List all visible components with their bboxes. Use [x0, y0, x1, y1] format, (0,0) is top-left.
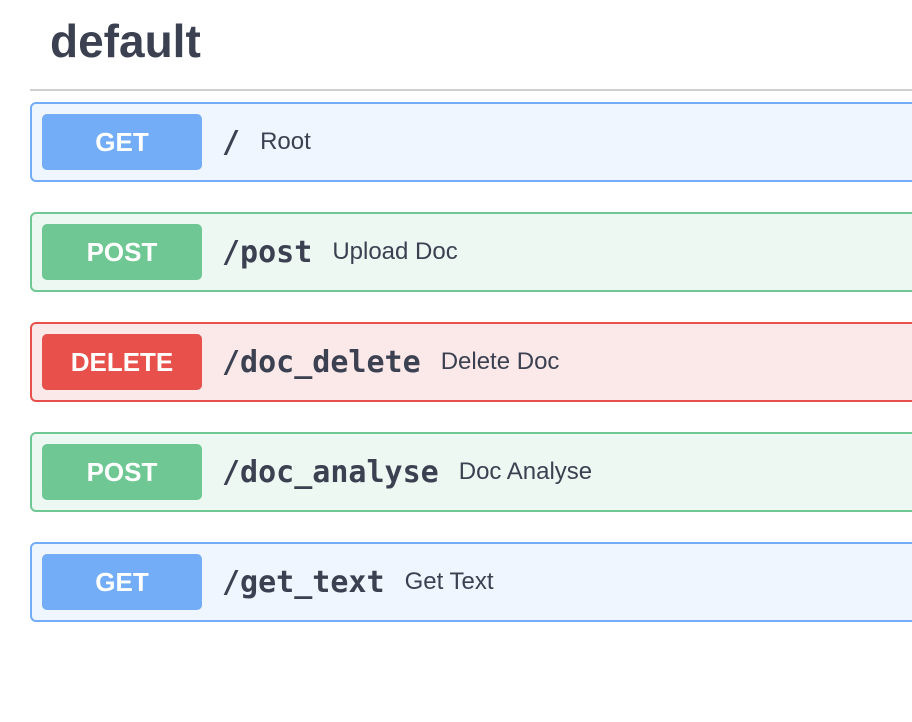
method-badge: DELETE: [42, 334, 202, 390]
method-badge: GET: [42, 554, 202, 610]
operation-summary: Upload Doc: [332, 238, 458, 265]
operation-path: /doc_delete: [222, 344, 421, 380]
operation-get-root[interactable]: GET / Root: [30, 102, 912, 182]
operation-summary: Delete Doc: [440, 348, 560, 375]
section-title[interactable]: default: [50, 14, 201, 68]
operation-path: /get_text: [222, 564, 385, 600]
operation-path: /post: [222, 234, 313, 270]
operation-post-doc-analyse[interactable]: POST /doc_analyse Doc Analyse: [30, 432, 912, 512]
method-badge: POST: [42, 444, 202, 500]
method-badge: GET: [42, 114, 202, 170]
method-badge: POST: [42, 224, 202, 280]
divider: [30, 89, 912, 91]
operation-path: /doc_analyse: [222, 454, 439, 490]
operation-summary: Doc Analyse: [458, 458, 593, 485]
operation-post-upload-doc[interactable]: POST /post Upload Doc: [30, 212, 912, 292]
operation-delete-doc[interactable]: DELETE /doc_delete Delete Doc: [30, 322, 912, 402]
operation-summary: Get Text: [404, 568, 494, 595]
operation-path: /: [222, 124, 241, 160]
operation-summary: Root: [260, 128, 311, 155]
operation-get-text[interactable]: GET /get_text Get Text: [30, 542, 912, 622]
